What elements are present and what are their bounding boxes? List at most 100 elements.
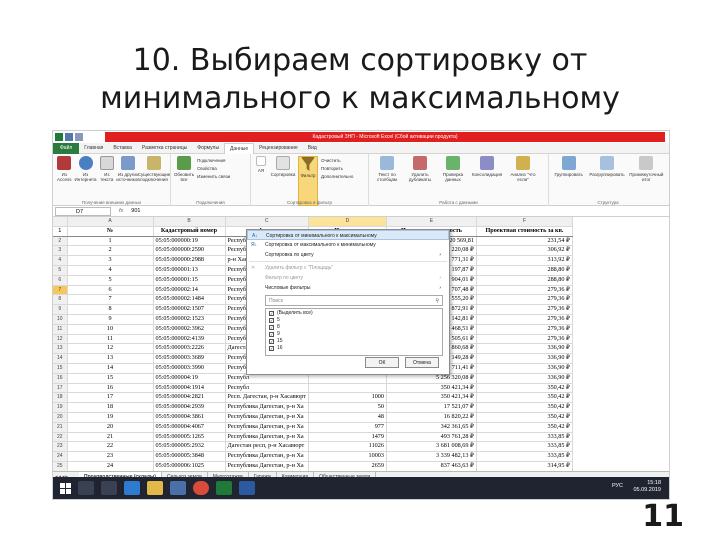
table-cell[interactable]: 279,36 ₽ xyxy=(476,324,573,335)
table-cell[interactable]: 306,92 ₽ xyxy=(476,245,573,257)
table-cell[interactable]: 05:05:000004:1914 xyxy=(153,383,226,394)
existing-connections-button[interactable]: Существующие подключения xyxy=(138,156,170,206)
column-header[interactable]: B xyxy=(153,217,226,227)
word-icon[interactable] xyxy=(239,481,255,495)
table-cell[interactable]: 11026 xyxy=(308,441,387,453)
column-header[interactable]: E xyxy=(386,217,477,227)
advanced-item[interactable]: Дополнительно xyxy=(321,174,353,179)
row-number[interactable]: 18 xyxy=(53,392,68,404)
row-number[interactable]: 17 xyxy=(53,383,68,394)
table-cell[interactable]: 48 xyxy=(308,412,387,423)
table-cell[interactable]: 837 463,63 ₽ xyxy=(386,461,477,471)
table-cell[interactable]: 977 xyxy=(308,422,387,433)
table-cell[interactable]: Республика Дагестан, р-н Ха xyxy=(225,451,309,462)
what-if-button[interactable]: Анализ "что если" xyxy=(506,156,540,206)
number-filters-item[interactable]: Числовые фильтры › xyxy=(247,283,449,293)
table-cell[interactable]: 05:05:000004:2939 xyxy=(153,402,226,413)
table-cell[interactable]: 05:05:000004:4067 xyxy=(153,422,226,433)
table-cell[interactable]: 05:05:000005:3848 xyxy=(153,451,226,462)
table-cell[interactable]: 8 xyxy=(67,304,154,315)
table-cell[interactable]: 279,36 ₽ xyxy=(476,314,573,325)
table-cell[interactable]: 18 xyxy=(67,402,154,413)
table-cell[interactable]: 05:05:000001:13 xyxy=(153,265,226,276)
remove-duplicates-button[interactable]: Удалить дубликаты xyxy=(405,156,435,206)
data-validation-button[interactable]: Проверка данных xyxy=(438,156,468,206)
corner-cell[interactable] xyxy=(53,217,68,227)
refresh-all-button[interactable]: Обновить все xyxy=(174,156,194,206)
row-number[interactable]: 5 xyxy=(53,265,68,276)
row-number[interactable]: 2 xyxy=(53,236,68,247)
row-number[interactable]: 10 xyxy=(53,314,68,325)
row-number[interactable]: 8 xyxy=(53,294,68,306)
row-number[interactable]: 7 xyxy=(53,285,68,296)
table-cell[interactable]: 15 xyxy=(67,373,154,384)
table-cell[interactable]: 24 xyxy=(67,461,154,471)
tab-file[interactable]: Файл xyxy=(53,142,80,154)
table-cell[interactable]: 10 xyxy=(67,324,154,335)
table-cell[interactable]: 05:05:000002:3962 xyxy=(153,324,226,335)
ok-button[interactable]: ОК xyxy=(365,357,399,368)
table-cell[interactable]: 3 681 008,69 ₽ xyxy=(386,441,477,453)
table-cell[interactable]: 17 xyxy=(67,392,154,404)
row-number[interactable]: 21 xyxy=(53,422,68,433)
table-cell[interactable]: 13 xyxy=(67,353,154,364)
table-cell[interactable]: 279,36 ₽ xyxy=(476,294,573,306)
table-cell[interactable]: 19 xyxy=(67,412,154,423)
table-cell[interactable] xyxy=(308,383,387,394)
column-header[interactable]: C xyxy=(225,217,309,227)
table-cell[interactable]: 6 xyxy=(67,285,154,296)
table-cell[interactable]: 14 xyxy=(67,363,154,374)
table-cell[interactable]: 05:05:000003:2226 xyxy=(153,343,226,355)
language-indicator[interactable]: РУС xyxy=(612,483,623,489)
table-cell[interactable]: 10003 xyxy=(308,451,387,462)
table-cell[interactable]: 05:05:000005:2932 xyxy=(153,441,226,453)
consolidate-button[interactable]: Консолидация xyxy=(471,156,503,206)
filter-search-input[interactable]: Поиск ⚲ xyxy=(265,295,443,306)
row-number[interactable]: 20 xyxy=(53,412,68,423)
table-cell[interactable]: 05:05:000000:2988 xyxy=(153,255,226,266)
table-cell[interactable]: Республика Дагестан, р-н Ха xyxy=(225,461,309,471)
filter-value-item[interactable]: ✓ 16 xyxy=(269,345,439,352)
tab-page-layout[interactable]: Разметка страницы xyxy=(137,143,192,154)
ungroup-button[interactable]: Разгруппировать xyxy=(588,156,625,206)
table-cell[interactable]: 314,95 ₽ xyxy=(476,461,573,471)
table-cell[interactable]: 4 xyxy=(67,265,154,276)
task-view-icon[interactable] xyxy=(101,481,117,495)
reapply-item[interactable]: Повторить xyxy=(321,166,353,171)
name-box[interactable]: D7 xyxy=(55,206,111,216)
table-cell[interactable]: 7 xyxy=(67,294,154,306)
table-cell[interactable]: 05:05:000005:1265 xyxy=(153,432,226,443)
table-cell[interactable]: Респ. Дагестан, р-н Хасавюрт xyxy=(225,392,309,404)
table-cell[interactable]: 350 421,34 ₽ xyxy=(386,383,477,394)
table-cell[interactable]: 05:05:000002:4139 xyxy=(153,334,226,345)
table-cell[interactable]: 5 xyxy=(67,275,154,286)
checkbox[interactable]: ✓ xyxy=(269,332,274,337)
table-cell[interactable]: 16 820,22 ₽ xyxy=(386,412,477,423)
row-number[interactable]: 4 xyxy=(53,255,68,266)
formula-input[interactable]: 901 xyxy=(131,208,140,214)
table-cell[interactable]: Дагестан респ, р-н Хасавюрт xyxy=(225,441,309,453)
table-cell[interactable]: 05:05:000003:3689 xyxy=(153,353,226,364)
filter-values-list[interactable]: ✓ (Выделить все) ✓ 5 ✓ 8 ✓ 9 ✓ 15 ✓ 16 xyxy=(265,308,443,356)
table-cell[interactable]: 288,80 ₽ xyxy=(476,265,573,276)
table-cell[interactable]: 2659 xyxy=(308,461,387,471)
table-cell[interactable]: 2 xyxy=(67,245,154,257)
table-cell[interactable]: 288,80 ₽ xyxy=(476,275,573,286)
table-cell[interactable]: 1000 xyxy=(308,392,387,404)
table-cell[interactable]: 336,90 ₽ xyxy=(476,373,573,384)
table-cell[interactable]: 350,42 ₽ xyxy=(476,392,573,404)
checkbox[interactable]: ✓ xyxy=(269,325,274,330)
row-number[interactable]: 3 xyxy=(53,245,68,257)
table-cell[interactable]: 05:05:000002:1507 xyxy=(153,304,226,315)
column-header[interactable]: F xyxy=(476,217,573,227)
table-cell[interactable]: 333,85 ₽ xyxy=(476,451,573,462)
sort-button[interactable]: Сортировка xyxy=(271,156,295,206)
checkbox[interactable]: ✓ xyxy=(269,346,274,351)
header-cell[interactable]: № xyxy=(67,226,154,237)
table-cell[interactable]: 279,36 ₽ xyxy=(476,334,573,345)
filter-by-color-item[interactable]: Фильтр по цвету › xyxy=(247,273,449,283)
file-explorer-icon[interactable] xyxy=(147,481,163,495)
clear-filter-item[interactable]: ✕ Удалить фильтр с "Площадь" xyxy=(247,263,449,273)
table-cell[interactable]: 336,90 ₽ xyxy=(476,353,573,364)
table-cell[interactable]: 350,42 ₽ xyxy=(476,412,573,423)
